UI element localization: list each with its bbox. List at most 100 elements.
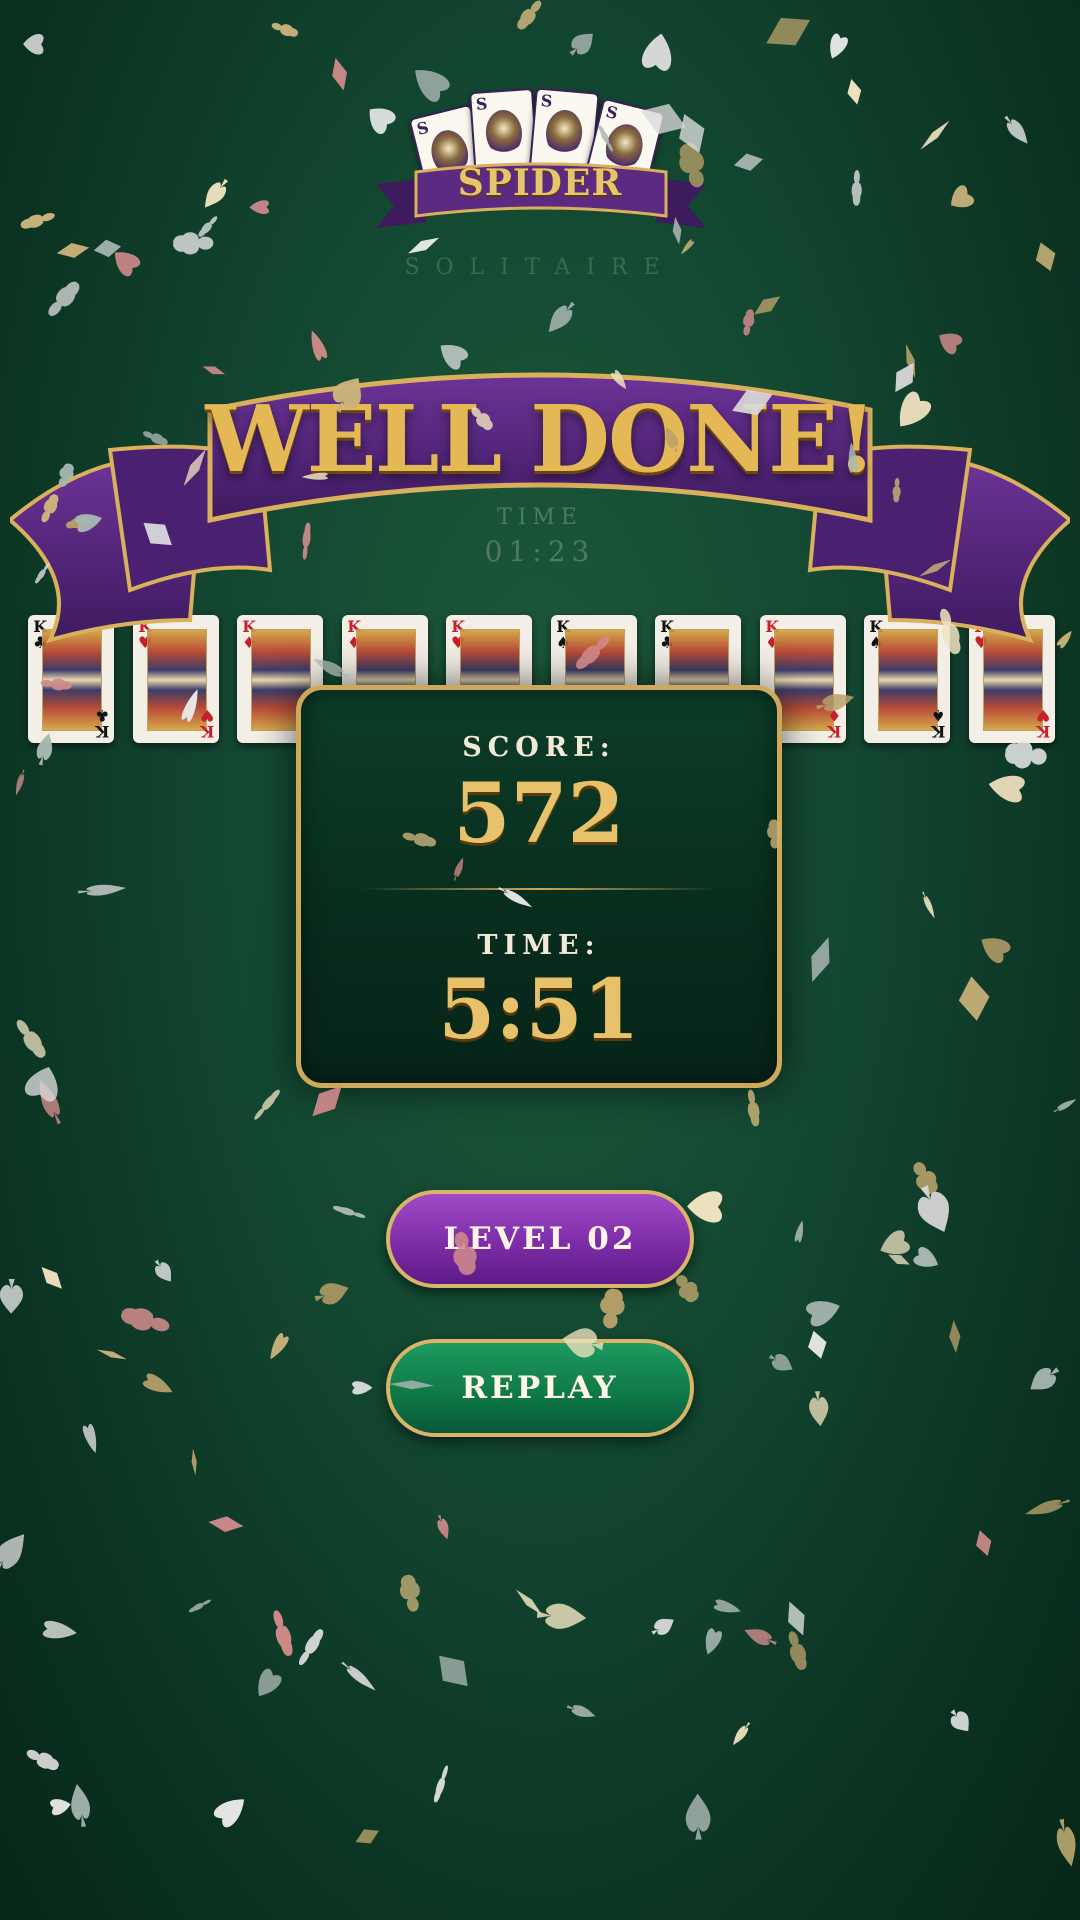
time-value: 5:51 xyxy=(438,962,640,1058)
confetti-spade-icon xyxy=(566,1705,596,1717)
panel-divider xyxy=(361,888,717,890)
confetti-heart-icon xyxy=(23,34,44,55)
confetti-heart-icon xyxy=(642,33,672,71)
confetti-heart-icon xyxy=(705,1628,722,1655)
confetti-spade-icon xyxy=(536,1603,587,1629)
confetti-diamond-icon xyxy=(439,1655,468,1687)
confetti-diamond-icon xyxy=(56,242,90,258)
confetti-club-icon xyxy=(600,1288,625,1329)
confetti-spade-icon xyxy=(39,1079,62,1125)
confetti-spade-icon xyxy=(1004,115,1028,144)
confetti-diamond-icon xyxy=(191,1448,197,1476)
card-suit-heart-icon: K♥ xyxy=(199,706,214,741)
confetti-spade-icon xyxy=(1053,1099,1077,1113)
confetti-heart-icon xyxy=(24,1066,58,1102)
confetti-heart-icon xyxy=(988,775,1025,803)
confetti-heart-icon xyxy=(258,1668,282,1697)
confetti-heart-icon xyxy=(713,1599,741,1613)
confetti-heart-icon xyxy=(981,938,1011,964)
score-label: SCORE: xyxy=(462,732,616,763)
confetti-club-icon xyxy=(747,1089,760,1127)
confetti-diamond-icon xyxy=(1035,242,1056,272)
confetti-club-icon xyxy=(273,1610,293,1657)
confetti-spade-icon xyxy=(437,1514,449,1540)
confetti-spade-icon xyxy=(1025,1499,1070,1515)
card-suit-heart-icon: K♥ xyxy=(1035,706,1050,741)
confetti-spade-icon xyxy=(314,1283,349,1305)
confetti-spade-icon xyxy=(917,1185,950,1232)
confetti-heart-icon xyxy=(213,1799,245,1828)
confetti-diamond-icon xyxy=(766,17,811,46)
spider-solitaire-logo: S S S S SPIDER SOLITAIRE xyxy=(360,80,720,290)
next-level-button[interactable]: LEVEL 02 xyxy=(386,1190,694,1288)
confetti-heart-icon xyxy=(794,1220,804,1243)
confetti-diamond-icon xyxy=(96,1349,128,1360)
replay-button[interactable]: REPLAY xyxy=(386,1339,694,1437)
confetti-spade-icon xyxy=(71,1783,90,1828)
card-suit-spade-icon: K♠ xyxy=(930,706,945,741)
confetti-spade-icon xyxy=(1056,1818,1076,1867)
results-panel: SCORE: 572 TIME: 5:51 xyxy=(296,685,782,1088)
confetti-spade-icon xyxy=(15,769,25,796)
confetti-diamond-icon xyxy=(516,1589,543,1615)
confetti-diamond-icon xyxy=(976,1530,992,1557)
confetti-spade-icon xyxy=(0,1278,24,1314)
logo-subtitle: SOLITAIRE xyxy=(404,255,676,280)
confetti-club-icon xyxy=(788,1631,807,1671)
confetti-diamond-icon xyxy=(41,1267,62,1289)
confetti-heart-icon xyxy=(270,1333,289,1360)
confetti-diamond-icon xyxy=(888,1254,910,1265)
confetti-diamond-icon xyxy=(788,1601,805,1636)
confetti-heart-icon xyxy=(830,33,848,59)
confetti-club-icon xyxy=(332,1205,366,1218)
confetti-diamond-icon xyxy=(958,976,990,1021)
confetti-heart-icon xyxy=(249,200,269,214)
confetti-club-icon xyxy=(26,1749,60,1771)
confetti-club-icon xyxy=(198,216,218,238)
confetti-heart-icon xyxy=(913,1246,939,1267)
confetti-diamond-icon xyxy=(93,239,122,258)
confetti-spade-icon xyxy=(1030,1367,1060,1390)
confetti-club-icon xyxy=(517,0,542,30)
confetti-diamond-icon xyxy=(808,1330,827,1359)
time-label: TIME: xyxy=(477,930,601,961)
confetti-heart-icon xyxy=(880,1230,910,1255)
confetti-heart-icon xyxy=(50,1799,71,1816)
confetti-heart-icon xyxy=(806,1301,840,1327)
confetti-diamond-icon xyxy=(208,1516,244,1532)
confetti-club-icon xyxy=(433,1765,448,1803)
confetti-club-icon xyxy=(16,1019,46,1059)
confetti-club-icon xyxy=(913,1162,938,1195)
confetti-diamond-icon xyxy=(332,57,348,91)
card-suit-diamond-icon: K♦ xyxy=(826,706,841,741)
confetti-club-icon xyxy=(173,232,214,255)
confetti-spade-icon xyxy=(744,1629,777,1646)
confetti-club-icon xyxy=(20,213,55,229)
confetti-spade-icon xyxy=(768,1354,793,1371)
confetti-spade-icon xyxy=(0,1534,25,1574)
confetti-heart-icon xyxy=(687,1191,723,1223)
confetti-heart-icon xyxy=(42,1620,77,1639)
confetti-heart-icon xyxy=(352,1381,373,1395)
confetti-spade-icon xyxy=(569,33,593,56)
well-done-title: WELL DONE! xyxy=(205,385,876,493)
confetti-club-icon xyxy=(120,1308,170,1332)
confetti-spade-icon xyxy=(548,301,575,333)
confetti-spade-icon xyxy=(154,1259,172,1282)
confetti-club-icon xyxy=(400,1574,420,1612)
confetti-heart-icon xyxy=(142,1373,173,1393)
confetti-diamond-icon xyxy=(949,1319,961,1354)
confetti-heart-icon xyxy=(114,252,141,277)
confetti-club-icon xyxy=(743,309,755,336)
confetti-heart-icon xyxy=(951,185,975,208)
confetti-club-icon xyxy=(254,1089,281,1120)
confetti-diamond-icon xyxy=(847,79,862,105)
confetti-spade-icon xyxy=(732,1722,751,1746)
logo-title: SPIDER xyxy=(457,162,623,204)
confetti-spade-icon xyxy=(204,178,229,208)
confetti-spade-icon xyxy=(809,1391,829,1427)
confetti-club-icon xyxy=(188,1599,211,1613)
confetti-club-icon xyxy=(299,1628,324,1666)
confetti-diamond-icon xyxy=(811,937,830,983)
confetti-spade-icon xyxy=(341,1661,376,1691)
